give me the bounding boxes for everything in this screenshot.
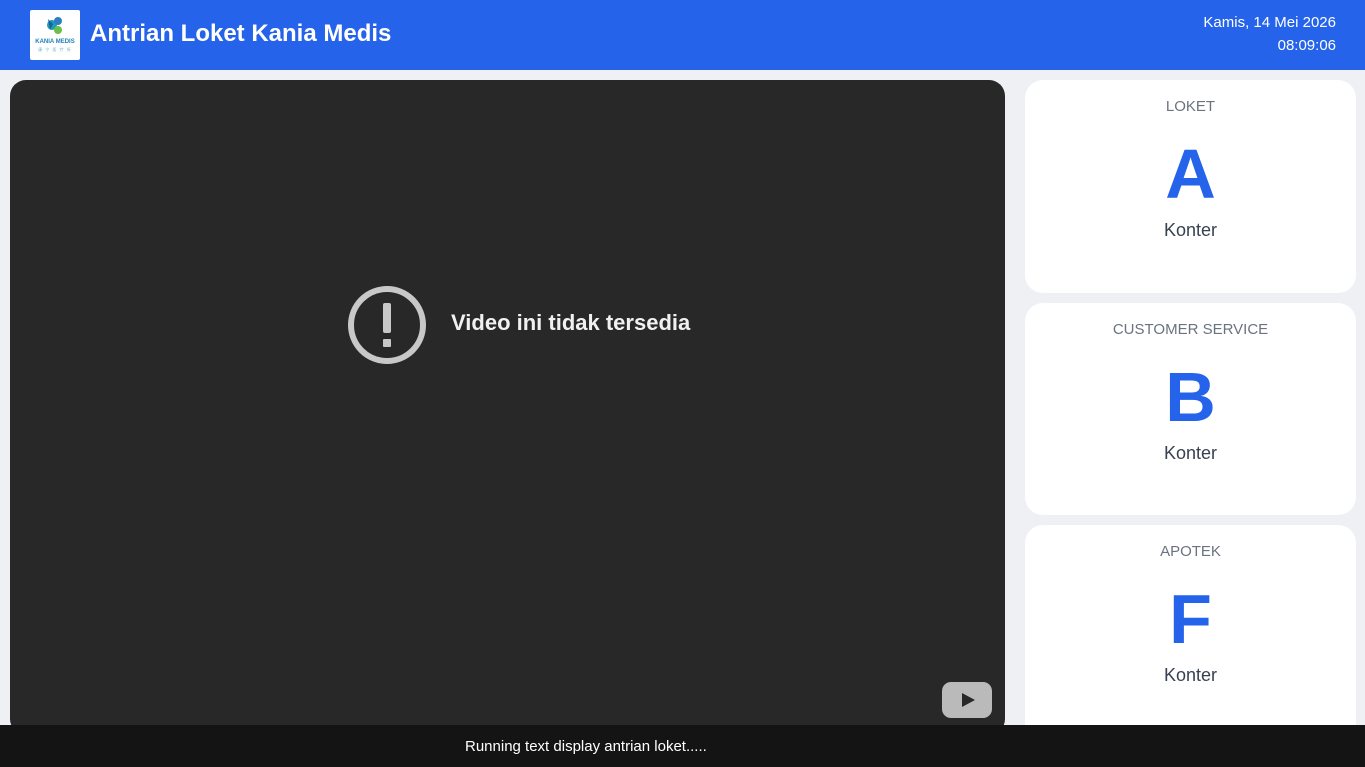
- counter-sublabel: Konter: [1163, 443, 1218, 463]
- logo-icon: [47, 17, 62, 34]
- counter-sublabel: Konter: [1163, 220, 1218, 240]
- counter-card-customer-service: CUSTOMER SERVICE B Konter: [1025, 303, 1356, 515]
- logo-subtext: 康 宁 医 疗 所: [38, 47, 72, 52]
- counter-card-apotek: APOTEK F Konter: [1025, 525, 1356, 755]
- counter-sublabel: Konter: [1163, 665, 1218, 685]
- logo-text: KANIA MEDIS: [35, 39, 75, 45]
- counter-card-loket: LOKET A Konter: [1025, 80, 1356, 293]
- logo: KANIA MEDIS 康 宁 医 疗 所: [30, 10, 80, 60]
- counter-letter: B: [1165, 358, 1216, 436]
- alert-circle-icon: [348, 286, 426, 364]
- clock-display: 08:09:06: [1277, 37, 1336, 54]
- running-text: Running text display antrian loket.....: [465, 738, 707, 755]
- app-header: KANIA MEDIS 康 宁 医 疗 所 Antrian Loket Kani…: [0, 0, 1365, 70]
- counter-label: CUSTOMER SERVICE: [1112, 321, 1269, 338]
- date-display: Kamis, 14 Mei 2026: [1203, 14, 1336, 31]
- counter-letter: F: [1169, 580, 1212, 658]
- video-player[interactable]: Video ini tidak tersedia: [10, 80, 1005, 735]
- counter-label: APOTEK: [1160, 543, 1221, 560]
- video-unavailable-message: Video ini tidak tersedia: [451, 310, 691, 335]
- running-text-bar: Running text display antrian loket.....: [0, 725, 1365, 767]
- youtube-icon[interactable]: [942, 682, 992, 718]
- counter-letter: A: [1165, 135, 1216, 213]
- page-title: Antrian Loket Kania Medis: [90, 20, 392, 47]
- counter-label: LOKET: [1165, 98, 1216, 115]
